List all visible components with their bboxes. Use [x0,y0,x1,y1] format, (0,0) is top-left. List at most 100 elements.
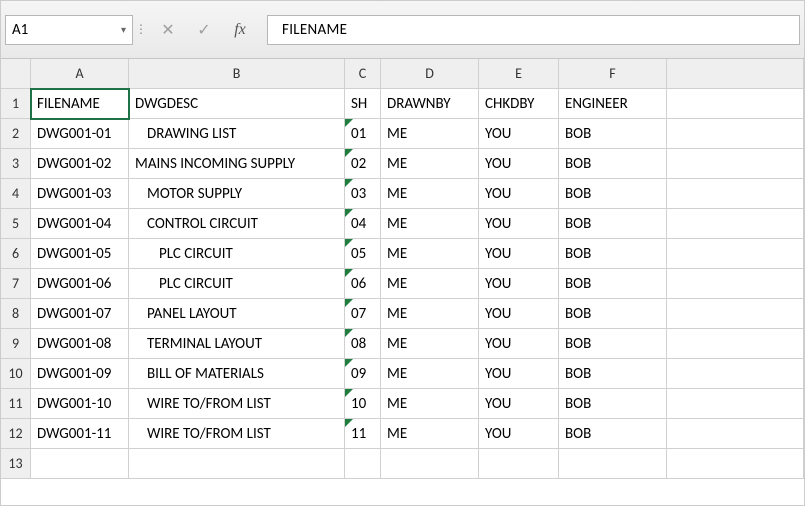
cell[interactable] [667,89,804,119]
cell[interactable]: ME [381,149,479,179]
cell[interactable]: BOB [559,269,667,299]
cell[interactable]: DRAWING LIST [129,119,345,149]
cell[interactable]: 06 [345,269,381,299]
cell[interactable]: YOU [479,269,559,299]
row-header[interactable]: 11 [1,389,31,419]
formula-input[interactable]: FILENAME [267,15,800,45]
row-header[interactable]: 4 [1,179,31,209]
cell[interactable]: 01 [345,119,381,149]
col-header-A[interactable]: A [31,59,129,89]
cell[interactable] [31,449,129,479]
row-header[interactable]: 8 [1,299,31,329]
cell[interactable]: SH [345,89,381,119]
cell[interactable]: CHKDBY [479,89,559,119]
cell[interactable]: CONTROL CIRCUIT [129,209,345,239]
cell[interactable]: BOB [559,329,667,359]
select-all-corner[interactable] [1,59,31,89]
cell[interactable]: BOB [559,239,667,269]
cell[interactable]: YOU [479,209,559,239]
col-header-F[interactable]: F [559,59,667,89]
col-header-C[interactable]: C [345,59,381,89]
enter-button[interactable]: ✓ [189,15,219,45]
cell[interactable]: 09 [345,359,381,389]
cell[interactable]: BOB [559,149,667,179]
cell[interactable] [345,449,381,479]
row-header[interactable]: 6 [1,239,31,269]
cell[interactable]: 07 [345,299,381,329]
cell[interactable]: YOU [479,389,559,419]
cell[interactable] [667,209,804,239]
cell[interactable]: BOB [559,179,667,209]
cell[interactable] [667,449,804,479]
cell[interactable]: ME [381,359,479,389]
cell[interactable]: ME [381,419,479,449]
cell[interactable]: BOB [559,389,667,419]
cell[interactable] [667,149,804,179]
col-header-B[interactable]: B [129,59,345,89]
cell[interactable]: DWG001-07 [31,299,129,329]
cell[interactable]: DWGDESC [129,89,345,119]
cell[interactable]: DWG001-05 [31,239,129,269]
row-header[interactable]: 1 [1,89,31,119]
cell[interactable]: WIRE TO/FROM LIST [129,419,345,449]
row-header[interactable]: 3 [1,149,31,179]
cell[interactable]: DWG001-01 [31,119,129,149]
cell[interactable] [667,269,804,299]
cell[interactable]: ME [381,239,479,269]
cell[interactable]: YOU [479,149,559,179]
cell[interactable]: DWG001-08 [31,329,129,359]
cell[interactable] [667,359,804,389]
cell[interactable]: BOB [559,119,667,149]
cell[interactable] [559,449,667,479]
cell[interactable] [667,119,804,149]
cell[interactable]: 02 [345,149,381,179]
cell[interactable] [667,389,804,419]
cell[interactable]: YOU [479,299,559,329]
cell[interactable]: ME [381,179,479,209]
cell[interactable]: BILL OF MATERIALS [129,359,345,389]
cell[interactable]: YOU [479,119,559,149]
cell[interactable]: 03 [345,179,381,209]
cancel-button[interactable]: ✕ [153,15,183,45]
cell[interactable] [129,449,345,479]
cell[interactable]: DWG001-10 [31,389,129,419]
insert-function-button[interactable]: fx [225,15,255,45]
cell[interactable]: BOB [559,299,667,329]
cell[interactable]: ME [381,299,479,329]
cell[interactable]: 10 [345,389,381,419]
cell[interactable]: ENGINEER [559,89,667,119]
cell[interactable]: PANEL LAYOUT [129,299,345,329]
cell[interactable]: DWG001-03 [31,179,129,209]
cell[interactable] [479,449,559,479]
cell[interactable]: MOTOR SUPPLY [129,179,345,209]
cell[interactable]: ME [381,209,479,239]
cell[interactable]: FILENAME [31,89,129,119]
cell[interactable]: WIRE TO/FROM LIST [129,389,345,419]
cell[interactable]: MAINS INCOMING SUPPLY [129,149,345,179]
cell[interactable]: YOU [479,419,559,449]
cell[interactable]: PLC CIRCUIT [129,269,345,299]
cell[interactable]: ME [381,389,479,419]
cell[interactable]: YOU [479,329,559,359]
row-header[interactable]: 2 [1,119,31,149]
cell[interactable]: 05 [345,239,381,269]
col-header-E[interactable]: E [479,59,559,89]
cell[interactable] [667,329,804,359]
cell[interactable]: TERMINAL LAYOUT [129,329,345,359]
cell[interactable] [381,449,479,479]
row-header[interactable]: 12 [1,419,31,449]
row-header[interactable]: 10 [1,359,31,389]
cell[interactable]: BOB [559,419,667,449]
cell[interactable]: BOB [559,359,667,389]
spreadsheet-grid[interactable]: A B C D E F 1 FILENAME DWGDESC SH DRAWNB… [1,59,804,479]
cell[interactable]: DWG001-02 [31,149,129,179]
cell[interactable]: DRAWNBY [381,89,479,119]
cell[interactable] [667,239,804,269]
row-header[interactable]: 9 [1,329,31,359]
cell[interactable] [667,179,804,209]
cell[interactable]: BOB [559,209,667,239]
col-header-blank[interactable] [667,59,804,89]
cell[interactable]: DWG001-09 [31,359,129,389]
col-header-D[interactable]: D [381,59,479,89]
cell[interactable]: 11 [345,419,381,449]
